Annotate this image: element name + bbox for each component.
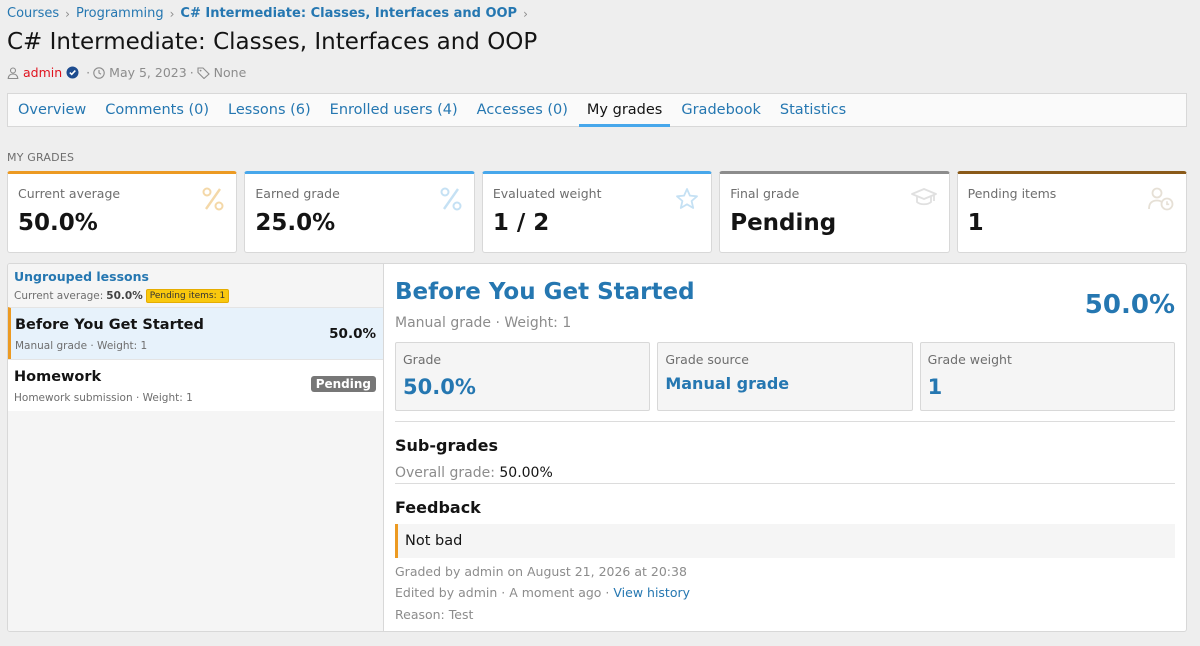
pending-items-badge: Pending items: 1 xyxy=(145,289,230,303)
grade-box-value: 50.0% xyxy=(403,375,476,399)
user-icon xyxy=(7,66,19,79)
card-evaluated-weight: Evaluated weight 1 / 2 xyxy=(481,171,713,253)
breadcrumb-programming[interactable]: Programming xyxy=(76,6,164,21)
author-link[interactable]: admin xyxy=(23,65,62,80)
reason-note: Reason: Test xyxy=(395,607,474,622)
card-final-grade: Final grade Pending xyxy=(719,171,950,253)
card-value: Pending xyxy=(730,210,837,236)
group-average-label: Current average: xyxy=(14,290,104,302)
card-label: Final grade xyxy=(730,186,800,201)
star-icon xyxy=(675,187,699,215)
edited-by-text: Edited by admin · A moment ago · xyxy=(395,585,610,600)
card-pending-items: Pending items 1 xyxy=(956,171,1188,253)
tab-accesses[interactable]: Accesses (0) xyxy=(469,94,576,126)
tab-lessons[interactable]: Lessons (6) xyxy=(220,94,319,126)
grade-box-label: Grade xyxy=(403,352,442,367)
breadcrumb-course[interactable]: C# Intermediate: Classes, Interfaces and… xyxy=(180,6,517,21)
section-label: MY GRADES xyxy=(7,151,75,164)
feedback-text: Not bad xyxy=(395,524,1175,558)
group-header: Ungrouped lessons Current average: 50.0%… xyxy=(8,264,383,307)
graduation-cap-icon xyxy=(910,187,937,211)
page-title: C# Intermediate: Classes, Interfaces and… xyxy=(7,29,538,55)
post-date: May 5, 2023 xyxy=(109,65,187,80)
card-value: 1 xyxy=(967,210,984,236)
percent-icon xyxy=(440,187,462,215)
divider xyxy=(395,421,1175,422)
grade-detail: Before You Get Started 50.0% Manual grad… xyxy=(384,264,1186,631)
card-label: Earned grade xyxy=(255,186,340,201)
lesson-item-homework[interactable]: Homework Homework submission · Weight: 1… xyxy=(8,359,383,411)
clock-icon xyxy=(93,66,105,79)
grade-box: Grade 50.0% xyxy=(395,342,651,411)
pending-badge: Pending xyxy=(310,376,376,392)
lesson-title: Before You Get Started xyxy=(15,317,204,333)
grade-source-label: Grade source xyxy=(665,352,749,367)
grade-source-value: Manual grade xyxy=(665,374,790,393)
grades-panel: Ungrouped lessons Current average: 50.0%… xyxy=(7,263,1187,632)
tab-overview[interactable]: Overview xyxy=(10,94,94,126)
card-value: 50.0% xyxy=(18,210,98,236)
card-value: 25.0% xyxy=(255,210,336,236)
percent-icon xyxy=(202,187,224,215)
group-title[interactable]: Ungrouped lessons xyxy=(14,269,377,284)
lesson-grade: 50.0% xyxy=(329,326,376,342)
overall-grade-label: Overall grade: xyxy=(395,465,495,481)
grade-source-box: Grade source Manual grade xyxy=(657,342,913,411)
summary-cards: Current average 50.0% Earned grade 25.0%… xyxy=(7,171,1188,253)
feedback-heading: Feedback xyxy=(395,498,481,517)
lesson-item-before-you-get-started[interactable]: Before You Get Started Manual grade · We… xyxy=(8,307,383,359)
card-value: 1 / 2 xyxy=(492,210,550,236)
graded-by-note: Graded by admin on August 21, 2026 at 20… xyxy=(395,564,687,579)
detail-grade-value: 50.0% xyxy=(1084,290,1175,320)
overall-grade-value: 50.00% xyxy=(499,465,553,481)
chevron-right-icon: › xyxy=(65,6,70,21)
breadcrumb: Courses › Programming › C# Intermediate:… xyxy=(7,6,534,21)
card-current-average: Current average 50.0% xyxy=(7,171,238,253)
tab-enrolled-users[interactable]: Enrolled users (4) xyxy=(322,94,466,126)
lesson-subtitle: Homework submission · Weight: 1 xyxy=(14,392,193,404)
breadcrumb-courses[interactable]: Courses xyxy=(7,6,59,21)
verified-icon xyxy=(66,66,79,79)
view-history-link[interactable]: View history xyxy=(613,585,690,600)
overall-grade: Overall grade: 50.00% xyxy=(395,465,553,481)
grade-weight-label: Grade weight xyxy=(927,352,1012,367)
group-average: Current average: 50.0% Pending items: 1 xyxy=(14,289,377,303)
lessons-sidebar: Ungrouped lessons Current average: 50.0%… xyxy=(8,264,384,631)
lesson-subtitle: Manual grade · Weight: 1 xyxy=(15,340,148,352)
user-clock-icon xyxy=(1148,187,1174,215)
grade-weight-box: Grade weight 1 xyxy=(919,342,1175,411)
chevron-right-icon: › xyxy=(169,6,175,21)
subgrades-heading: Sub-grades xyxy=(395,436,498,455)
card-label: Evaluated weight xyxy=(492,186,602,201)
course-tabs: Overview Comments (0) Lessons (6) Enroll… xyxy=(7,93,1187,127)
tag-icon xyxy=(197,66,210,79)
tab-gradebook[interactable]: Gradebook xyxy=(673,94,769,126)
grade-weight-value: 1 xyxy=(927,375,943,399)
grade-info-boxes: Grade 50.0% Grade source Manual grade Gr… xyxy=(395,342,1175,411)
tab-statistics[interactable]: Statistics xyxy=(772,94,854,126)
detail-subtitle: Manual grade · Weight: 1 xyxy=(395,315,572,331)
divider xyxy=(395,483,1175,484)
tab-comments[interactable]: Comments (0) xyxy=(97,94,217,126)
card-label: Current average xyxy=(18,186,121,201)
chevron-right-icon: › xyxy=(523,6,528,21)
page-meta: admin · May 5, 2023 · None xyxy=(7,65,246,80)
detail-title: Before You Get Started xyxy=(395,279,695,305)
card-earned-grade: Earned grade 25.0% xyxy=(244,171,475,253)
card-label: Pending items xyxy=(967,186,1057,201)
group-average-value: 50.0% xyxy=(106,290,143,302)
tab-my-grades[interactable]: My grades xyxy=(578,94,671,127)
edited-by-note: Edited by admin · A moment ago · View hi… xyxy=(395,585,690,600)
tags-value: None xyxy=(213,65,247,80)
